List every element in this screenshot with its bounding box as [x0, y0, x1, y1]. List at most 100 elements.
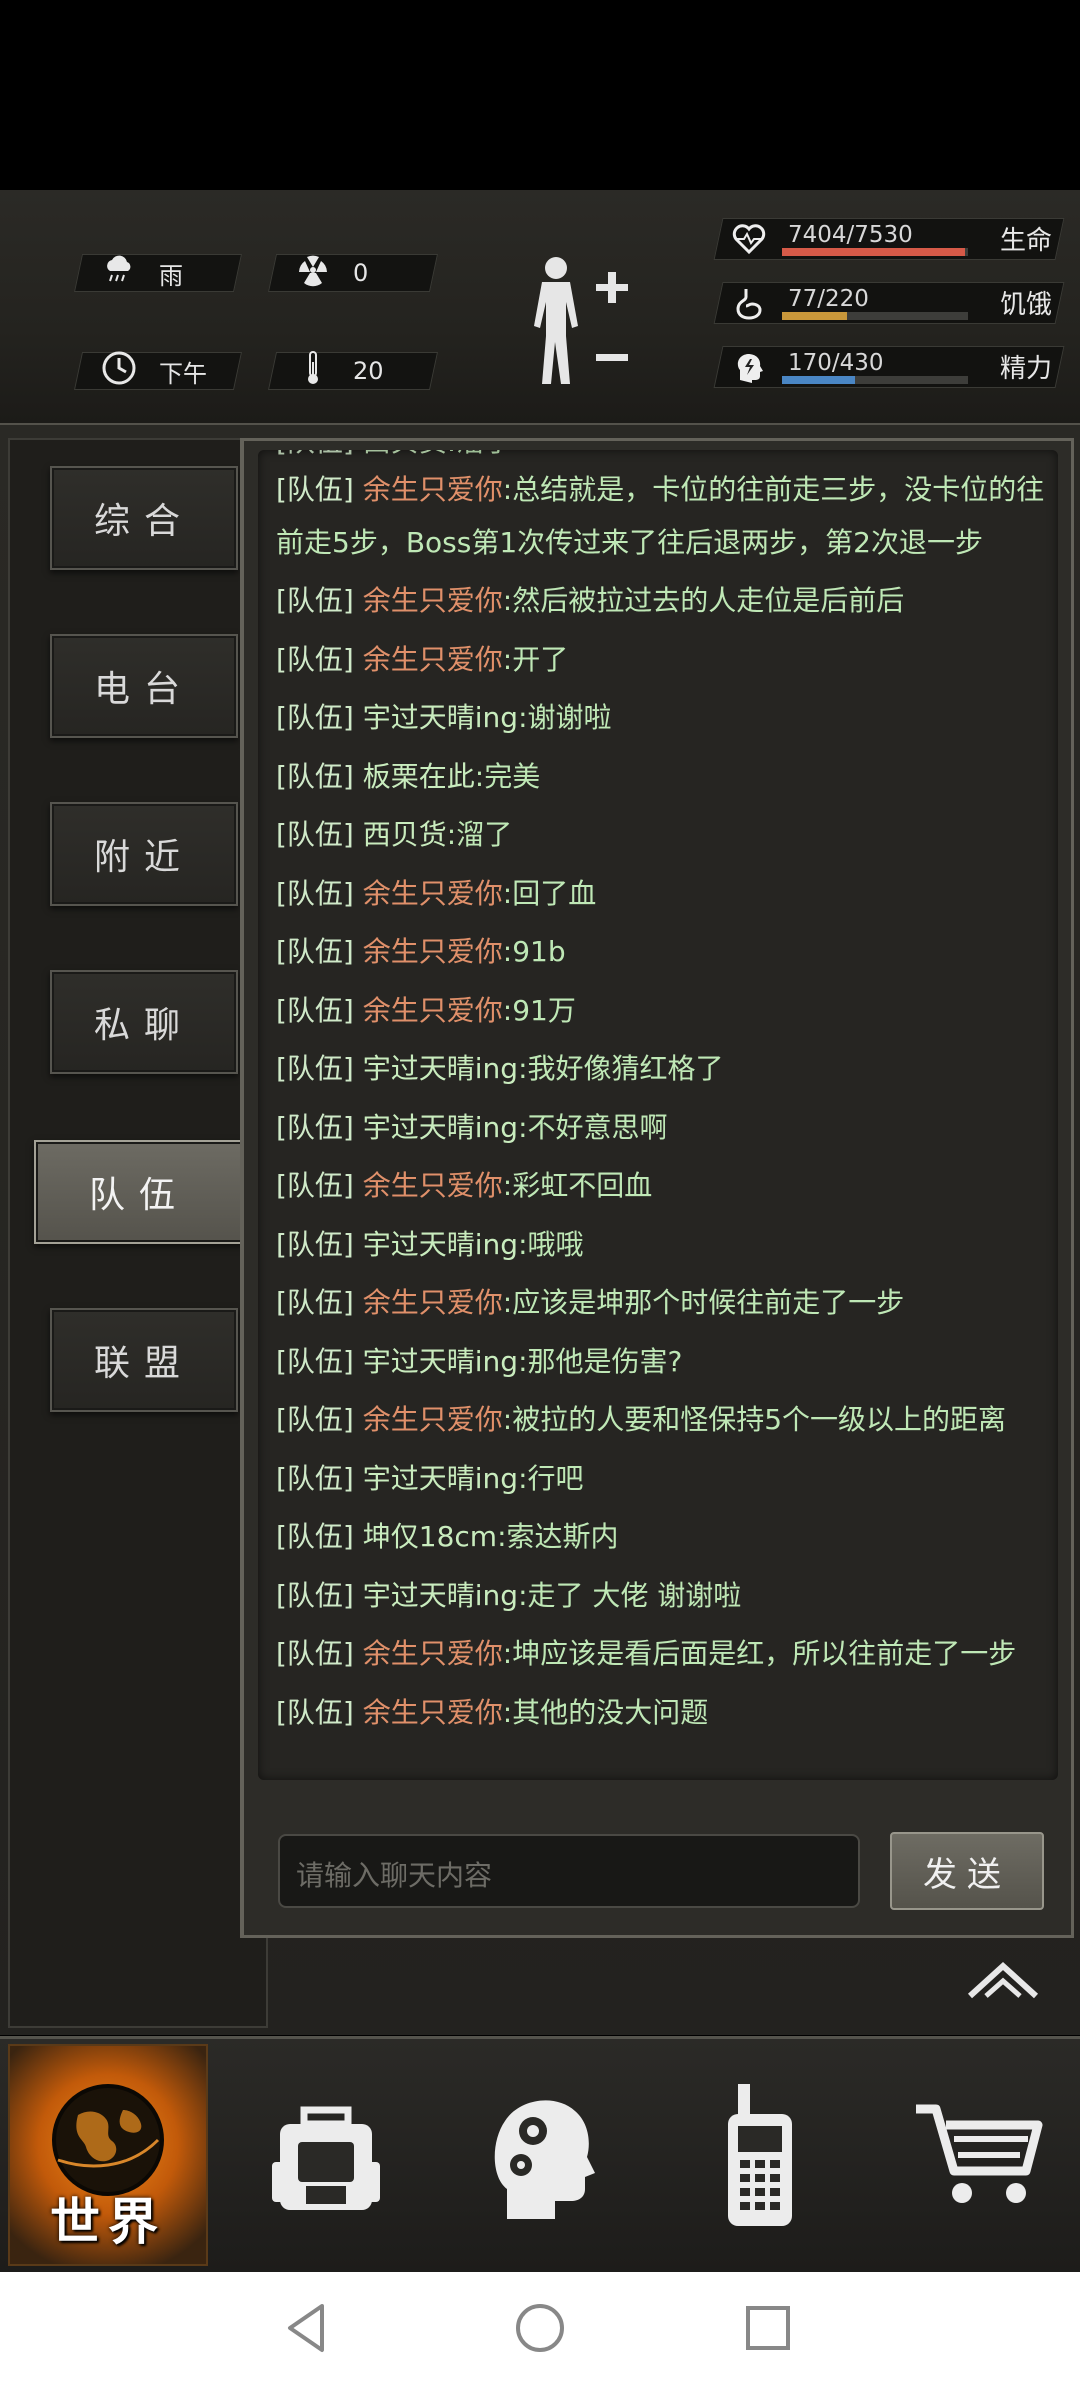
message-channel: [队伍]	[276, 818, 354, 851]
nav-shop[interactable]	[880, 2044, 1080, 2266]
message-channel: [队伍]	[276, 584, 354, 617]
chat-message: [队伍] 宇过天晴ing:那他是伤害?	[276, 1333, 1056, 1392]
message-text: :那他是伤害?	[518, 1344, 683, 1378]
time-text: 下午	[159, 359, 207, 388]
health-bar: 7404/7530 生命	[713, 218, 1065, 260]
message-channel: [队伍]	[276, 1052, 354, 1085]
message-channel: [队伍]	[276, 759, 354, 793]
nav-skills[interactable]	[440, 2044, 640, 2266]
cart-icon	[916, 2104, 1043, 2203]
chat-input[interactable]: 请输入聊天内容	[278, 1834, 860, 1908]
message-sender[interactable]: 坤仅18cm	[354, 1520, 497, 1553]
tab-general[interactable]: 综合	[50, 466, 238, 570]
system-nav-bar	[0, 2272, 1080, 2388]
chat-message: [队伍] 宇过天晴ing:行吧	[276, 1450, 1056, 1509]
message-channel: [队伍]	[276, 450, 354, 458]
chat-message: [队伍] 余生只爱你:应该是坤那个时候往前走了一步	[276, 1274, 1056, 1333]
message-sender[interactable]: 宇过天晴ing	[354, 1579, 518, 1612]
hunger-fill	[782, 312, 848, 320]
message-channel: [队伍]	[276, 1110, 354, 1144]
chat-message: [队伍] 西贝货:溜了	[276, 450, 1056, 460]
message-list: [队伍] 西贝货:溜了[队伍] 余生只爱你:总结就是，卡位的往前走三步，没卡位的…	[276, 450, 1056, 1742]
chat-message: [队伍] 余生只爱你:开了	[276, 631, 1056, 690]
message-text: :91万	[502, 993, 576, 1027]
message-text: :不好意思啊	[518, 1110, 668, 1144]
message-sender[interactable]: 宇过天晴ing	[354, 1111, 518, 1144]
radio-icon	[728, 2084, 792, 2226]
tab-radio[interactable]: 电台	[50, 634, 238, 738]
message-sender[interactable]: 余生只爱你	[354, 935, 503, 968]
nav-backpack[interactable]	[226, 2044, 426, 2266]
chat-message: [队伍] 余生只爱你:91万	[276, 982, 1056, 1041]
nav-world-label: 世界	[50, 2192, 166, 2251]
chat-message: [队伍] 余生只爱你:回了血	[276, 865, 1056, 924]
message-text: :哦哦	[518, 1227, 584, 1261]
chat-message: [队伍] 板栗在此:完美	[276, 748, 1056, 807]
message-sender[interactable]: 宇过天晴ing	[354, 1052, 518, 1085]
tab-nearby[interactable]: 附近	[50, 802, 238, 906]
stomach-icon	[732, 286, 766, 320]
message-channel: [队伍]	[276, 473, 354, 506]
message-text: :坤应该是看后面是红，所以往前走了一步	[502, 1637, 1017, 1670]
message-sender[interactable]: 余生只爱你	[354, 643, 503, 676]
tab-team[interactable]: 队伍	[34, 1140, 244, 1244]
message-channel: [队伍]	[276, 1227, 354, 1261]
tab-private[interactable]: 私聊	[50, 970, 238, 1074]
collapse-up-icon[interactable]	[966, 1956, 1040, 2006]
message-sender[interactable]: 宇过天晴ing	[354, 1228, 518, 1261]
weather-text: 雨	[159, 261, 183, 290]
health-fill	[782, 248, 965, 256]
message-sender[interactable]: 余生只爱你	[354, 584, 503, 617]
radiation-indicator: 0	[267, 253, 439, 294]
back-icon[interactable]	[284, 2300, 328, 2356]
message-sender[interactable]: 宇过天晴ing	[354, 1462, 518, 1495]
chat-message: [队伍] 余生只爱你:彩虹不回血	[276, 1157, 1056, 1216]
message-sender[interactable]: 板栗在此	[354, 760, 475, 793]
chat-message: [队伍] 余生只爱你:被拉的人要和怪保持5个一级以上的距离	[276, 1391, 1056, 1450]
chat-message: [队伍] 余生只爱你:91b	[276, 923, 1056, 982]
message-text: :行吧	[518, 1461, 584, 1495]
chat-message: [队伍] 余生只爱你:然后被拉过去的人走位是后前后	[276, 572, 1056, 631]
message-sender[interactable]: 余生只爱你	[354, 994, 503, 1027]
message-sender[interactable]: 余生只爱你	[354, 1637, 503, 1670]
message-channel: [队伍]	[276, 1637, 354, 1670]
energy-value: 170/430	[788, 350, 884, 376]
message-sender[interactable]: 余生只爱你	[354, 1696, 503, 1729]
message-text: :走了 大佬 谢谢啦	[518, 1578, 742, 1612]
energy-label: 精力	[999, 354, 1052, 384]
message-channel: [队伍]	[276, 993, 354, 1027]
hunger-label: 饥饿	[999, 290, 1052, 320]
message-channel: [队伍]	[276, 642, 354, 676]
message-sender[interactable]: 余生只爱你	[354, 877, 503, 910]
send-button[interactable]: 发送	[890, 1832, 1044, 1910]
message-text: :溜了	[446, 818, 513, 851]
message-sender[interactable]: 西贝货	[354, 818, 447, 851]
body-status-button[interactable]	[520, 250, 640, 390]
message-sender[interactable]: 余生只爱你	[354, 1169, 503, 1202]
nav-radio[interactable]	[660, 2044, 860, 2266]
hunger-bar: 77/220 饥饿	[713, 282, 1065, 324]
chat-message: [队伍] 宇过天晴ing:走了 大佬 谢谢啦	[276, 1567, 1056, 1626]
message-text: :被拉的人要和怪保持5个一级以上的距离	[502, 1403, 1007, 1436]
message-text: :回了血	[502, 876, 597, 910]
chat-message: [队伍] 余生只爱你:其他的没大问题	[276, 1684, 1056, 1743]
message-channel: [队伍]	[276, 1403, 354, 1436]
message-channel: [队伍]	[276, 876, 354, 910]
tab-alliance[interactable]: 联盟	[50, 1308, 238, 1412]
message-sender[interactable]: 宇过天晴ing	[354, 701, 518, 734]
message-sender[interactable]: 余生只爱你	[354, 1403, 503, 1436]
chat-log[interactable]: [队伍] 西贝货:溜了[队伍] 余生只爱你:总结就是，卡位的往前走三步，没卡位的…	[258, 450, 1058, 1780]
message-sender[interactable]: 余生只爱你	[354, 473, 503, 506]
message-sender[interactable]: 余生只爱你	[354, 1286, 503, 1319]
chat-message: [队伍] 西贝货:溜了	[276, 806, 1056, 865]
message-channel: [队伍]	[276, 935, 354, 968]
message-text: :索达斯内	[497, 1520, 619, 1553]
message-sender[interactable]: 宇过天晴ing	[354, 1345, 518, 1378]
message-text: :完美	[474, 759, 541, 793]
message-channel: [队伍]	[276, 1344, 354, 1378]
temperature-value: 20	[353, 357, 384, 385]
message-sender[interactable]: 西贝货	[354, 450, 447, 458]
radiation-icon	[295, 253, 331, 294]
recents-icon[interactable]	[744, 2304, 792, 2352]
home-icon[interactable]	[514, 2302, 566, 2354]
